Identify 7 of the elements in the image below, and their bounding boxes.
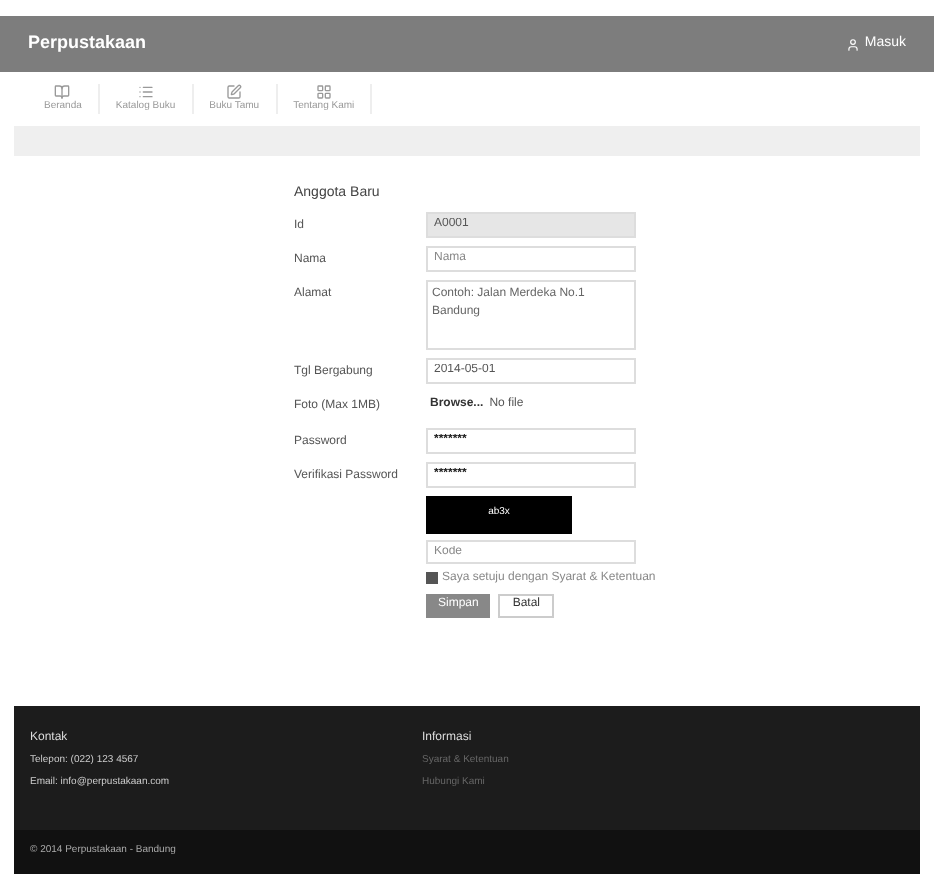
pencil-square-icon: [226, 83, 243, 100]
agree-checkbox[interactable]: [426, 572, 438, 584]
brand-title[interactable]: Perpustakaan: [28, 30, 147, 58]
list-icon: [137, 83, 154, 100]
user-icon: [846, 37, 861, 51]
book-icon: [54, 83, 71, 100]
grid-icon: [315, 83, 332, 100]
